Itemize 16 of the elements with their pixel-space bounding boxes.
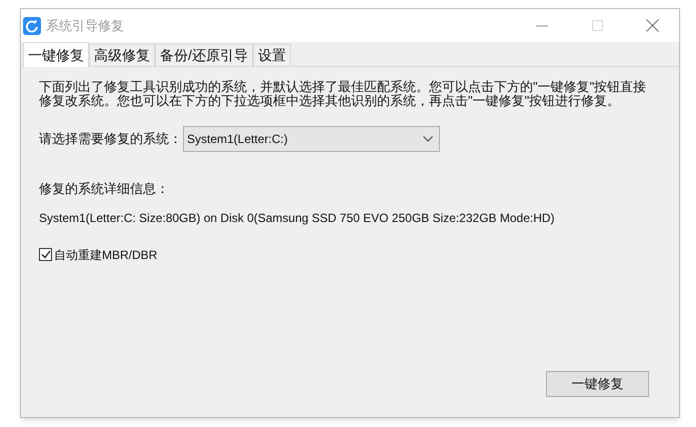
select-label: 请选择需要修复的系统： [39,130,182,148]
close-icon[interactable] [646,19,659,32]
checkbox-label[interactable]: 自动重建MBR/DBR [54,246,158,264]
tab[interactable]: 设置 [252,44,291,66]
chevron-down-icon [423,136,433,142]
tab[interactable]: 高级修复 [89,44,155,66]
system-dropdown[interactable]: System1(Letter:C:) [183,126,440,152]
repair-button[interactable]: 一键修复 [546,371,649,397]
tab[interactable]: 一键修复 [23,42,89,67]
tab[interactable]: 备份/还原引导 [155,44,253,66]
details-text: System1(Letter:C: Size:80GB) on Disk 0(Samsung SSD 750 EVO 250GB Size:232GB Mode:HD) [39,210,556,226]
window-title: 系统引导修复 [46,16,124,35]
details-label: 修复的系统详细信息： [39,180,170,198]
description-text: 下面列出了修复工具识别成功的系统，并默认选择了最佳匹配系统。您可以点击下方的"一键修复"按钮直接修复改系统。您也可以在下方的下拉选项框中选择其他识别的系统，再点击"一键修复"按钮进行修复。 [39,80,648,108]
minimize-icon[interactable] [536,24,548,26]
checkbox[interactable] [39,248,52,261]
